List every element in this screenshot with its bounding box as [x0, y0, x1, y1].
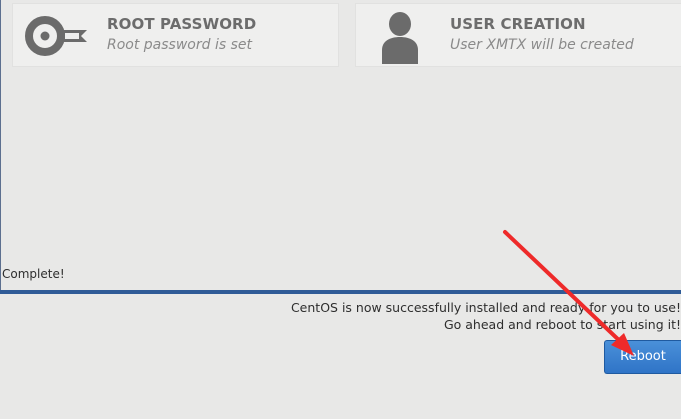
user-icon: [378, 10, 422, 68]
install-complete-message: CentOS is now successfully installed and…: [290, 300, 681, 315]
window-edge: [0, 0, 1, 292]
spoke-title: USER CREATION: [450, 15, 586, 33]
root-password-spoke[interactable]: ROOT PASSWORD Root password is set: [12, 3, 339, 67]
installer-window: ROOT PASSWORD Root password is set USER …: [0, 0, 681, 419]
progress-fill: [0, 290, 681, 294]
key-icon: [25, 14, 89, 62]
spoke-status: Root password is set: [107, 37, 252, 53]
reboot-button[interactable]: Reboot: [604, 340, 681, 374]
progress-bar: [0, 290, 681, 294]
progress-label: Complete!: [2, 267, 65, 281]
spoke-title: ROOT PASSWORD: [107, 15, 257, 33]
reboot-prompt-message: Go ahead and reboot to start using it!: [443, 317, 681, 332]
spoke-status: User XMTX will be created: [450, 37, 634, 53]
user-creation-spoke[interactable]: USER CREATION User XMTX will be created: [355, 3, 681, 67]
